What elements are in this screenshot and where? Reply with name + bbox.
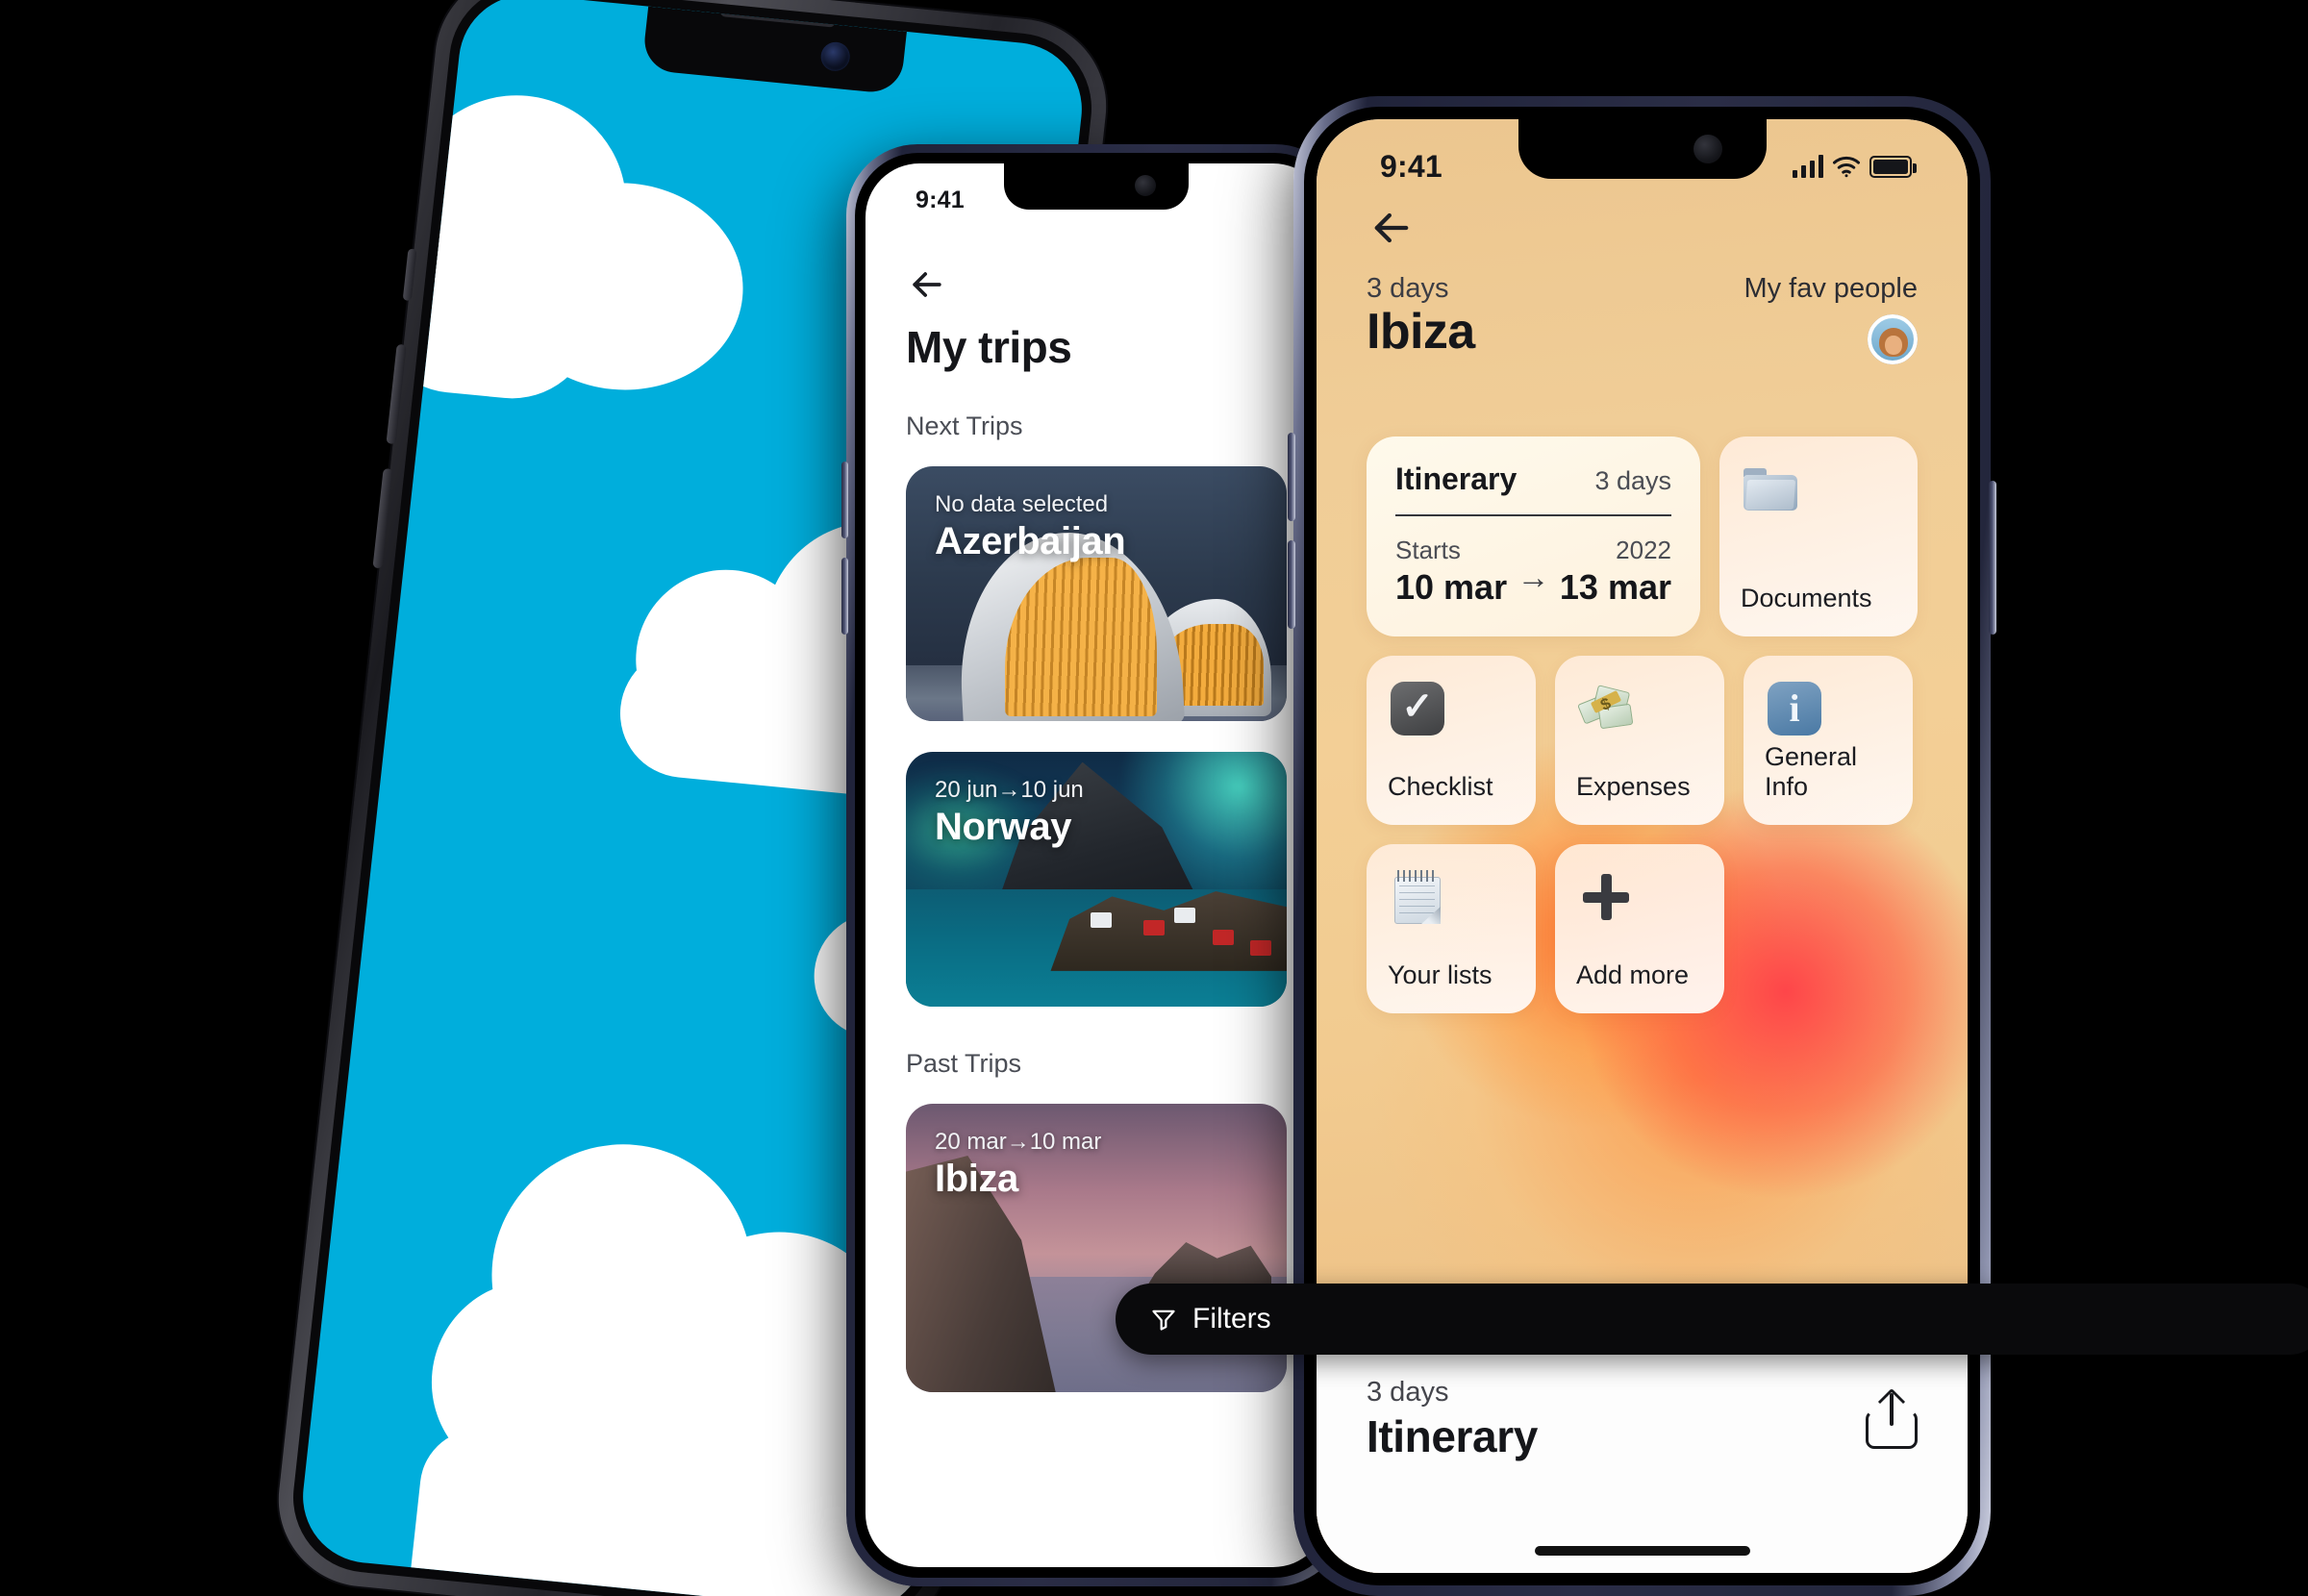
trip-card-meta: No data selected Azerbaijan <box>935 491 1126 563</box>
filters-button[interactable]: Filters <box>1116 1284 2308 1355</box>
trip-card-azerbaijan[interactable]: No data selected Azerbaijan <box>906 466 1287 721</box>
tile-label: Your lists <box>1388 960 1493 989</box>
phone-right-bezel: 9:41 3 days Ibiza My fav people Itinerar… <box>1304 107 1980 1585</box>
trip-destination: Ibiza <box>1367 304 1475 360</box>
tile-label: Documents <box>1741 584 1872 612</box>
end-date: 13 mar <box>1559 567 1671 607</box>
screenshot-stage: 9:41 My trips Next Trips No data selecte… <box>0 0 2308 1596</box>
phone-right-screen: 9:41 3 days Ibiza My fav people Itinerar… <box>1317 119 1968 1573</box>
phone-mid-frame: 9:41 My trips Next Trips No data selecte… <box>841 144 1351 1586</box>
tile-label: Checklist <box>1388 772 1493 801</box>
status-time: 9:41 <box>1380 148 1442 184</box>
back-arrow-icon[interactable] <box>906 263 948 306</box>
trip-duration: 3 days <box>1367 273 1449 304</box>
phone-my-trips: 9:41 My trips Next Trips No data selecte… <box>841 144 1351 1586</box>
itinerary-title: Itinerary <box>1395 461 1518 496</box>
volume-down-button[interactable] <box>841 558 848 635</box>
trip-dates: No data selected <box>935 491 1109 517</box>
fav-people-group[interactable]: My fav people +4 <box>1744 273 1918 364</box>
year-label: 2022 <box>1616 536 1671 564</box>
fav-people-label: My fav people <box>1744 273 1918 304</box>
phone-mid-bezel: 9:41 My trips Next Trips No data selecte… <box>855 153 1338 1578</box>
tile-label: General Info <box>1765 742 1858 801</box>
check-box-icon: ✓ <box>1388 679 1447 738</box>
page-title: My trips <box>906 322 1072 372</box>
itinerary-bottom-sheet[interactable]: 3 days Itinerary <box>1317 1321 1968 1573</box>
trip-dates: 20 mar→10 mar <box>935 1129 1102 1155</box>
start-date: 10 mar <box>1395 567 1508 607</box>
itinerary-card[interactable]: Itinerary 3 days Starts 10 mar → 2022 13… <box>1367 436 1700 636</box>
trip-card-meta: 20 jun→10 jun Norway <box>935 777 1084 849</box>
status-time: 9:41 <box>916 186 965 213</box>
home-indicator[interactable] <box>1534 1546 1750 1556</box>
sheet-duration: 3 days <box>1367 1377 1449 1408</box>
money-with-wings-icon: $ <box>1576 679 1636 738</box>
wifi-icon <box>1832 156 1861 178</box>
status-indicators <box>1793 155 1917 178</box>
silent-switch[interactable] <box>402 248 417 302</box>
sheet-heading: 3 days Itinerary <box>1367 1377 1538 1462</box>
tile-add-more[interactable]: Add more <box>1555 844 1724 1013</box>
battery-full-icon <box>1869 155 1917 178</box>
status-bar: 9:41 <box>866 163 1327 223</box>
tile-general-info[interactable]: i General Info <box>1744 656 1913 825</box>
itinerary-duration: 3 days <box>1594 466 1671 495</box>
volume-down-button[interactable] <box>1288 540 1295 629</box>
volume-up-button[interactable] <box>386 343 407 445</box>
back-arrow-icon[interactable] <box>1367 203 1417 253</box>
folder-icon <box>1741 460 1800 519</box>
my-trips-content: My trips Next Trips No data selected Aze… <box>866 163 1327 1567</box>
trip-card-norway[interactable]: 20 jun→10 jun Norway <box>906 752 1287 1007</box>
share-icon[interactable] <box>1866 1387 1918 1449</box>
power-button[interactable] <box>1989 481 1996 635</box>
earpiece-speaker <box>719 5 837 28</box>
tile-label: Add more <box>1576 960 1690 989</box>
volume-up-button[interactable] <box>1288 433 1295 521</box>
trip-name: Norway <box>935 806 1072 848</box>
filter-funnel-icon <box>1150 1306 1177 1333</box>
info-icon: i <box>1765 679 1824 738</box>
tile-your-lists[interactable]: Your lists <box>1367 844 1536 1013</box>
tile-checklist[interactable]: ✓ Checklist <box>1367 656 1536 825</box>
trip-name: Azerbaijan <box>935 520 1126 562</box>
trip-heading: 3 days Ibiza <box>1367 273 1475 361</box>
volume-up-button[interactable] <box>841 461 848 538</box>
plus-icon <box>1576 867 1636 927</box>
section-label-next-trips: Next Trips <box>906 411 1023 440</box>
cellular-bars-icon <box>1793 155 1823 178</box>
starts-label: Starts <box>1395 536 1461 564</box>
trip-dates: 20 jun→10 jun <box>935 777 1084 803</box>
phone-ibiza-detail: 9:41 3 days Ibiza My fav people Itinerar… <box>1288 96 1996 1596</box>
volume-down-button[interactable] <box>372 468 393 569</box>
trip-card-meta: 20 mar→10 mar Ibiza <box>935 1129 1101 1201</box>
phone-mid-screen: 9:41 My trips Next Trips No data selecte… <box>866 163 1327 1567</box>
arrow-right-icon: → <box>1517 560 1550 596</box>
status-bar: 9:41 <box>1317 119 1968 196</box>
tile-label: Expenses <box>1576 772 1691 801</box>
tile-documents[interactable]: Documents <box>1719 436 1918 636</box>
trip-name: Ibiza <box>935 1158 1018 1200</box>
front-camera-icon <box>819 40 852 73</box>
tile-expenses[interactable]: $ Expenses <box>1555 656 1724 825</box>
filters-label: Filters <box>1192 1303 1271 1334</box>
sheet-title: Itinerary <box>1367 1411 1538 1461</box>
spiral-notepad-icon <box>1388 867 1447 927</box>
avatar[interactable] <box>1868 314 1918 364</box>
ibiza-tile-grid: Itinerary 3 days Starts 10 mar → 2022 13… <box>1367 436 1918 1013</box>
phone-right-frame: 9:41 3 days Ibiza My fav people Itinerar… <box>1288 96 1996 1596</box>
notch <box>641 5 907 95</box>
divider <box>1395 514 1671 516</box>
ibiza-header: 3 days Ibiza My fav people +4 <box>1317 196 1968 364</box>
section-label-past-trips: Past Trips <box>906 1049 1022 1078</box>
